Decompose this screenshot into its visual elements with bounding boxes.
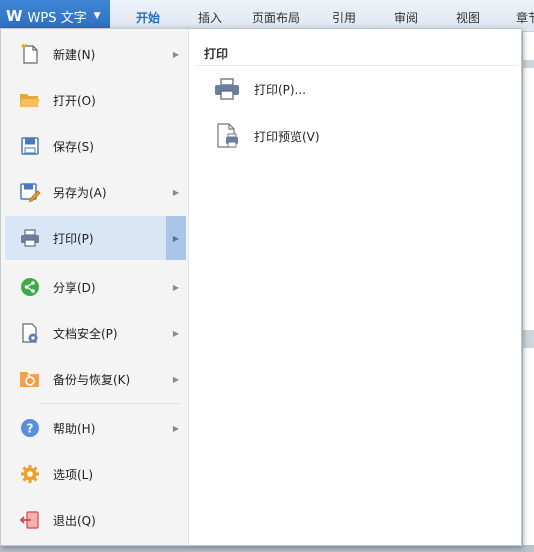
document-edge [522, 32, 534, 552]
menu-item-open[interactable]: 打开(O) [5, 78, 186, 122]
menu-item-label: 打印(P) [53, 231, 94, 246]
file-menu: 新建(N) ▶ 打开(O) 保存(S) 另存为(A) ▶ 打印(P) ▶ 分享(… [0, 28, 522, 546]
menu-item-label: 分享(D) [53, 280, 96, 295]
submenu-arrow-icon: ▶ [172, 49, 180, 59]
menu-item-label: 帮助(H) [53, 421, 96, 436]
menu-item-label: 文档安全(P) [53, 326, 118, 341]
submenu-item-print-preview[interactable]: 打印预览(V) [212, 121, 320, 151]
submenu-arrow-icon: ▶ [172, 282, 180, 292]
menu-item-save-as[interactable]: 另存为(A) ▶ [5, 170, 186, 214]
submenu-arrow-spacer [166, 498, 186, 542]
wps-logo-icon: W [6, 7, 23, 25]
status-strip [0, 545, 534, 552]
chevron-down-icon: ▼ [93, 11, 101, 21]
submenu-item-label: 打印预览(V) [254, 129, 320, 144]
submenu-arrow-icon: ▶ [172, 187, 180, 197]
tab-insert[interactable]: 插入 [198, 9, 222, 26]
menu-item-label: 备份与恢复(K) [53, 372, 131, 387]
menu-item-backup-restore[interactable]: 备份与恢复(K) ▶ [5, 357, 186, 401]
gear-icon [19, 463, 41, 485]
tab-sections[interactable]: 章节 [516, 9, 534, 26]
menu-item-help[interactable]: ? 帮助(H) ▶ [5, 406, 186, 450]
submenu-arrow-icon: ▶ [166, 216, 186, 260]
submenu-item-print[interactable]: 打印(P)... [212, 74, 306, 104]
menu-item-save[interactable]: 保存(S) [5, 124, 186, 168]
menu-item-share[interactable]: 分享(D) ▶ [5, 265, 186, 309]
document-security-icon [19, 322, 41, 344]
tab-view[interactable]: 视图 [456, 9, 480, 26]
print-submenu-panel: 打印 打印(P)... 打印预览(V) [190, 29, 521, 545]
help-icon: ? [19, 417, 41, 439]
print-preview-icon [212, 121, 242, 151]
menu-item-options[interactable]: 选项(L) [5, 452, 186, 496]
menu-item-label: 保存(S) [53, 139, 94, 154]
menu-item-document-security[interactable]: 文档安全(P) ▶ [5, 311, 186, 355]
menu-item-exit[interactable]: 退出(Q) [5, 498, 186, 542]
file-menu-list: 新建(N) ▶ 打开(O) 保存(S) 另存为(A) ▶ 打印(P) ▶ 分享(… [1, 29, 189, 545]
tab-review[interactable]: 审阅 [394, 9, 418, 26]
submenu-arrow-spacer [166, 78, 186, 122]
share-icon [19, 276, 41, 298]
tab-page-layout[interactable]: 页面布局 [252, 9, 300, 26]
menu-item-label: 另存为(A) [53, 185, 107, 200]
tab-references[interactable]: 引用 [332, 9, 356, 26]
submenu-item-label: 打印(P)... [254, 82, 307, 97]
menu-item-label: 退出(Q) [53, 513, 96, 528]
submenu-arrow-spacer [166, 452, 186, 496]
menu-divider [41, 403, 181, 404]
document-edge-shade [522, 330, 534, 348]
submenu-arrow-icon: ▶ [172, 328, 180, 338]
exit-icon [19, 509, 41, 531]
menu-item-print[interactable]: 打印(P) ▶ [5, 216, 186, 260]
app-title: WPS 文字 [27, 10, 87, 26]
submenu-arrow-icon: ▶ [172, 423, 180, 433]
submenu-title: 打印 [204, 47, 229, 61]
save-icon [19, 135, 41, 157]
printer-icon [19, 227, 41, 249]
menu-item-label: 打开(O) [53, 93, 96, 108]
save-as-icon [19, 181, 41, 203]
menu-item-new[interactable]: 新建(N) ▶ [5, 32, 186, 76]
svg-text:?: ? [27, 422, 34, 436]
printer-icon [212, 74, 242, 104]
new-document-icon [19, 43, 41, 65]
menu-item-label: 新建(N) [53, 47, 96, 62]
submenu-arrow-icon: ▶ [172, 374, 180, 384]
submenu-arrow-spacer [166, 124, 186, 168]
tab-start[interactable]: 开始 [136, 9, 160, 26]
submenu-divider [196, 65, 518, 66]
menu-item-label: 选项(L) [53, 467, 94, 482]
open-folder-icon [19, 89, 41, 111]
document-edge-shade [522, 60, 534, 68]
backup-restore-icon [19, 368, 41, 390]
